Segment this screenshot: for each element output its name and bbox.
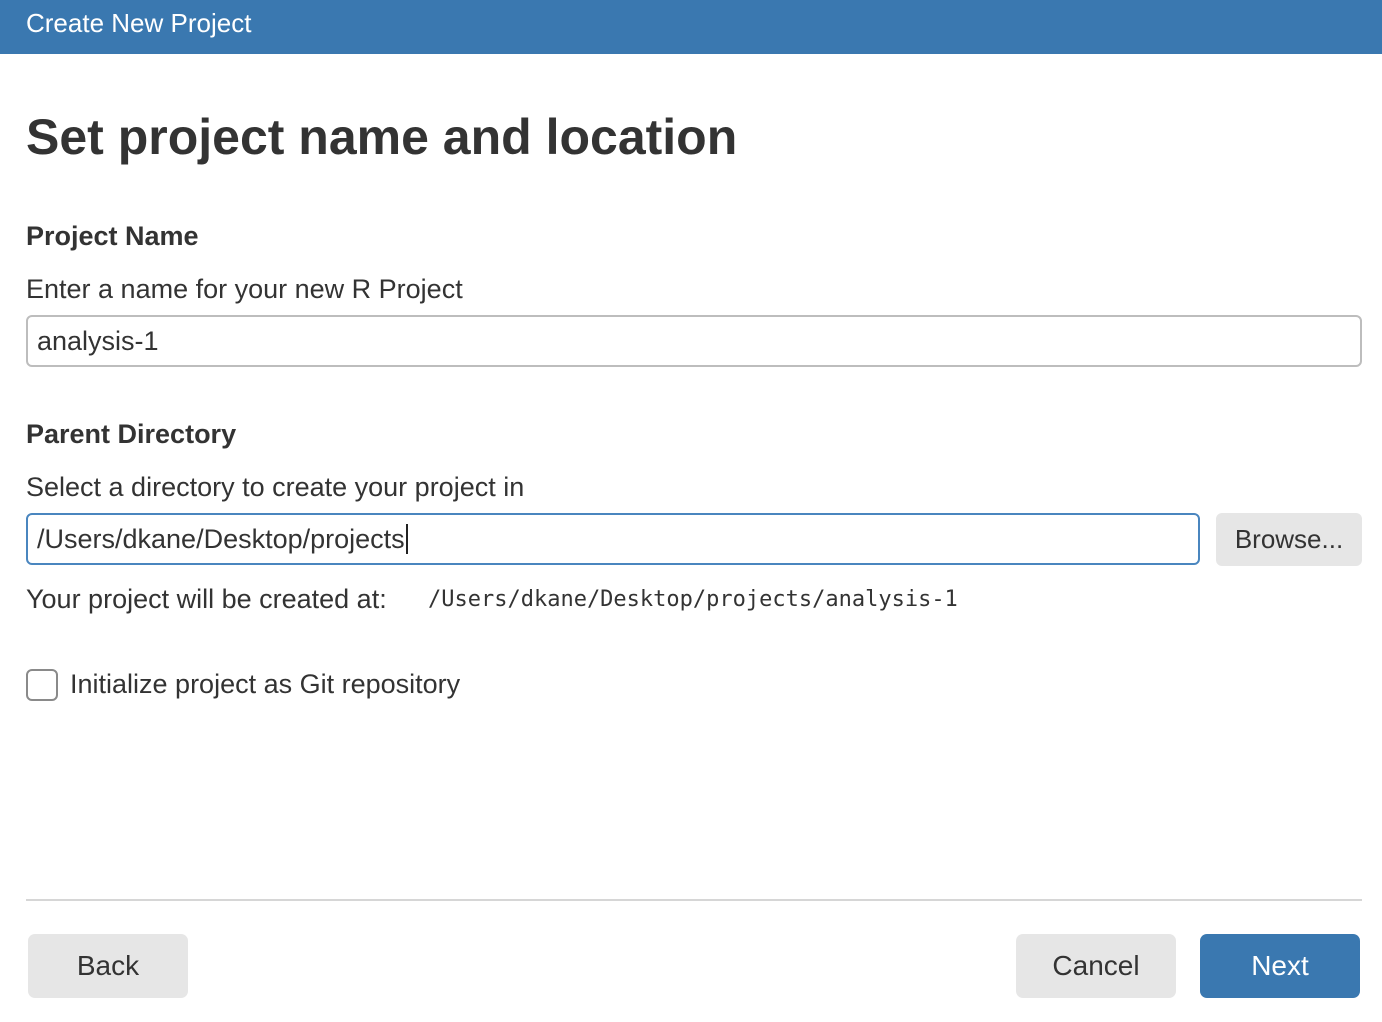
created-at-label: Your project will be created at: [26,584,387,614]
project-name-value: analysis-1 [37,326,159,356]
parent-directory-heading: Parent Directory [26,419,237,449]
back-button[interactable]: Back [28,934,188,998]
footer-divider [26,899,1362,901]
window-title: Create New Project [26,8,252,38]
parent-directory-input[interactable]: /Users/dkane/Desktop/projects [26,513,1200,565]
project-name-heading: Project Name [26,221,199,251]
page-title: Set project name and location [26,109,738,165]
project-name-description: Enter a name for your new R Project [26,274,463,304]
cancel-button[interactable]: Cancel [1016,934,1176,998]
browse-button[interactable]: Browse... [1216,513,1362,566]
git-checkbox-label[interactable]: Initialize project as Git repository [70,668,460,700]
text-caret [405,523,408,554]
title-bar: Create New Project [0,0,1382,54]
parent-directory-value: /Users/dkane/Desktop/projects [37,524,405,554]
next-button[interactable]: Next [1200,934,1360,998]
created-at-path: /Users/dkane/Desktop/projects/analysis-1 [428,587,958,612]
parent-directory-description: Select a directory to create your projec… [26,472,525,502]
project-name-input[interactable]: analysis-1 [26,315,1362,367]
git-checkbox[interactable] [26,669,58,701]
